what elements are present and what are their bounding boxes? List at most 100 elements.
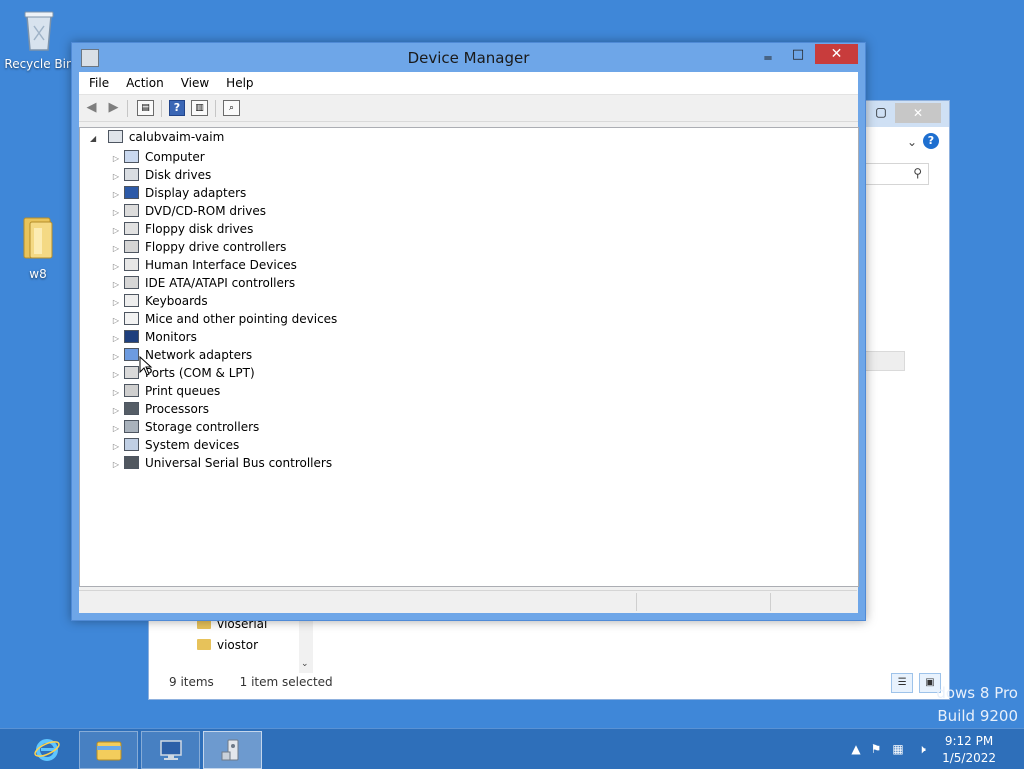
device-category-ide-controller[interactable]: ▷ IDE ATA/ATAPI controllers	[110, 274, 295, 292]
details-view-icon[interactable]: ☰	[891, 673, 914, 693]
remote-desktop-button[interactable]	[141, 731, 200, 769]
device-category-port[interactable]: ▷ Ports (COM & LPT)	[110, 364, 255, 382]
expand-arrow-icon[interactable]: ▷	[110, 456, 122, 474]
menu-bar: File Action View Help	[79, 72, 858, 95]
explorer-selected-row[interactable]	[863, 351, 905, 371]
properties-icon[interactable]: ▥	[191, 100, 208, 116]
device-category-system-device[interactable]: ▷ System devices	[110, 436, 239, 454]
device-category-label: Processors	[145, 402, 210, 416]
item-count: 9 items	[169, 675, 214, 689]
status-divider	[636, 593, 637, 611]
device-category-network-adapter[interactable]: ▷ Network adapters	[110, 346, 252, 364]
maximize-button[interactable]: □	[785, 45, 811, 65]
device-manager-titlebar[interactable]: Device Manager ‗ □ ✕	[72, 43, 865, 71]
device-category-label: Print queues	[145, 384, 221, 398]
floppy-disk-icon	[124, 222, 139, 235]
system-device-icon	[124, 438, 139, 451]
device-manager-window: Device Manager ‗ □ ✕ File Action View Help …	[71, 42, 866, 621]
computer-icon	[124, 150, 139, 163]
help-icon[interactable]: ?	[923, 133, 939, 149]
device-tree: ◢ calubvaim-vaim ▷ Computer ▷ Disk drives ▷ D…	[79, 127, 859, 587]
w8-folder-desktop-icon[interactable]: w8	[0, 214, 76, 281]
tree-root-node[interactable]: ◢ calubvaim-vaim	[90, 130, 224, 144]
collapse-icon[interactable]: ◢	[90, 134, 102, 143]
device-category-printer[interactable]: ▷ Print queues	[110, 382, 220, 400]
explorer-maximize-button[interactable]: ▢	[871, 105, 891, 121]
internet-explorer-button[interactable]	[18, 731, 75, 767]
taskbar: ▲ ⚑ ▦ 🕨 9:12 PM 1/5/2022	[0, 728, 1024, 769]
device-category-label: Mice and other pointing devices	[145, 312, 338, 326]
selection-count: 1 item selected	[239, 675, 333, 689]
device-category-floppy-disk[interactable]: ▷ Floppy disk drives	[110, 220, 253, 238]
root-label: calubvaim-vaim	[128, 130, 225, 144]
show-hidden-icons-icon[interactable]: ▲	[848, 741, 864, 757]
device-category-dvd-drive[interactable]: ▷ DVD/CD-ROM drives	[110, 202, 266, 220]
device-category-computer[interactable]: ▷ Computer	[110, 148, 205, 166]
device-category-processor[interactable]: ▷ Processors	[110, 400, 209, 418]
network-disconnected-icon[interactable]: ▦	[890, 741, 906, 757]
device-category-label: Floppy drive controllers	[145, 240, 287, 254]
scan-hardware-icon[interactable]: ⌕	[223, 100, 240, 116]
explorer-status-bar: 9 items 1 item selected	[169, 675, 355, 689]
toolbar-separator	[215, 100, 216, 117]
device-category-floppy-controller[interactable]: ▷ Floppy drive controllers	[110, 238, 286, 256]
ide-controller-icon	[124, 276, 139, 289]
device-manager-client-area: File Action View Help ◀ ▶ ▤ ? ▥ ⌕ ◢ calubva…	[79, 72, 859, 613]
device-category-storage-controller[interactable]: ▷ Storage controllers	[110, 418, 259, 436]
device-category-label: Ports (COM & LPT)	[145, 366, 255, 380]
menu-view[interactable]: View	[171, 72, 216, 90]
file-explorer-icon	[96, 741, 122, 761]
scroll-down-icon[interactable]: ⌄	[301, 659, 309, 669]
device-category-disk-drive[interactable]: ▷ Disk drives	[110, 166, 211, 184]
device-manager-icon	[221, 739, 239, 761]
device-category-hid[interactable]: ▷ Human Interface Devices	[110, 256, 297, 274]
minimize-button[interactable]: ‗	[755, 45, 781, 65]
device-category-mouse[interactable]: ▷ Mice and other pointing devices	[110, 310, 337, 328]
watermark-edition: dows 8 Pro	[936, 684, 1018, 702]
watermark-build: Build 9200	[937, 707, 1018, 725]
forward-arrow-icon[interactable]: ▶	[105, 100, 122, 116]
device-category-label: Monitors	[145, 330, 197, 344]
back-arrow-icon[interactable]: ◀	[83, 100, 100, 116]
close-button[interactable]: ✕	[815, 44, 858, 64]
chevron-down-icon[interactable]: ⌄	[907, 135, 917, 149]
file-explorer-button[interactable]	[79, 731, 138, 769]
device-category-label: Display adapters	[145, 186, 247, 200]
clock-date: 1/5/2022	[942, 751, 996, 765]
action-center-flag-icon[interactable]: ⚑	[868, 741, 884, 757]
clock[interactable]: 9:12 PM 1/5/2022	[942, 733, 996, 767]
device-category-label: DVD/CD-ROM drives	[145, 204, 267, 218]
show-hide-console-tree-icon[interactable]: ▤	[137, 100, 154, 116]
device-category-label: IDE ATA/ATAPI controllers	[145, 276, 296, 290]
network-adapter-icon	[124, 348, 139, 361]
device-category-label: System devices	[145, 438, 240, 452]
folder-icon	[0, 214, 76, 265]
menu-help[interactable]: Help	[216, 72, 260, 90]
menu-action[interactable]: Action	[116, 72, 171, 90]
disk-drive-icon	[124, 168, 139, 181]
device-category-keyboard[interactable]: ▷ Keyboards	[110, 292, 208, 310]
toolbar-separator	[161, 100, 162, 117]
device-manager-taskbar-button[interactable]	[203, 731, 262, 769]
device-category-monitor[interactable]: ▷ Monitors	[110, 328, 197, 346]
device-category-label: Keyboards	[145, 294, 208, 308]
printer-icon	[124, 384, 139, 397]
help-icon[interactable]: ?	[169, 100, 185, 116]
recycle-bin-desktop-icon[interactable]: Recycle Bin	[1, 6, 77, 71]
monitor-icon	[124, 330, 139, 343]
volume-muted-icon[interactable]: 🕨	[914, 741, 930, 757]
status-divider	[770, 593, 771, 611]
device-category-usb[interactable]: ▷ Universal Serial Bus controllers	[110, 454, 332, 472]
navigation-scrollbar[interactable]: ⌄	[299, 621, 313, 673]
explorer-close-button[interactable]: ✕	[895, 103, 941, 123]
usb-icon	[124, 456, 139, 469]
tree-item-viostor[interactable]: viostor	[197, 638, 258, 652]
tree-item-label: viostor	[217, 638, 259, 652]
menu-file[interactable]: File	[79, 72, 116, 90]
hid-icon	[124, 258, 139, 271]
floppy-controller-icon	[124, 240, 139, 253]
explorer-search-input[interactable]: ⚲	[857, 163, 929, 185]
device-category-label: Computer	[145, 150, 205, 164]
device-category-display-adapter[interactable]: ▷ Display adapters	[110, 184, 246, 202]
processor-icon	[124, 402, 139, 415]
